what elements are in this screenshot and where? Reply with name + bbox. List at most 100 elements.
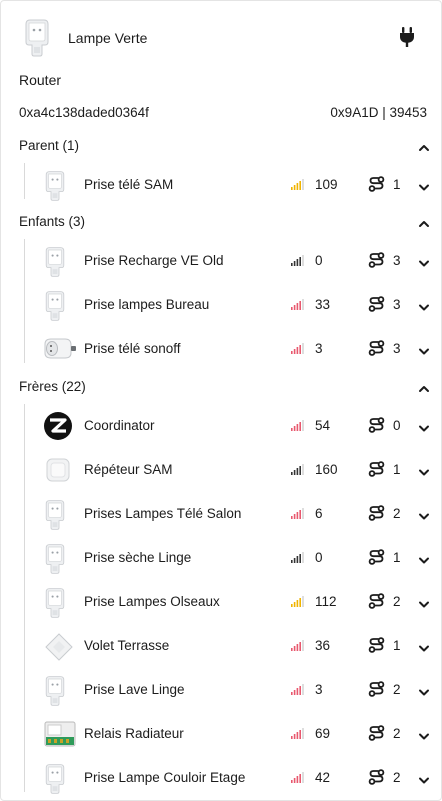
- lqi-value: 3: [315, 341, 323, 356]
- section-title: Frères (22): [19, 379, 86, 394]
- neighbor-row[interactable]: Prise sèche Linge 0 1: [1, 536, 441, 580]
- section-items: Coordinator 54 0 Répéteur SAM 1 6 0 1 Prises…: [1, 404, 441, 800]
- chevron-down-icon[interactable]: [418, 465, 430, 476]
- smart-plug-icon: [43, 290, 77, 321]
- signal-strength-icon: [291, 342, 305, 354]
- signal-strength-icon: [291, 463, 305, 475]
- section-header[interactable]: Parent (1): [1, 132, 441, 160]
- sonoff-plug-icon: [43, 334, 77, 364]
- neighbor-row[interactable]: Prise Lave Linge 3 2: [1, 668, 441, 712]
- route-icon: [368, 176, 385, 192]
- lqi-value: 69: [315, 726, 331, 741]
- signal-strength-icon: [291, 419, 305, 431]
- smart-plug-icon: [43, 499, 77, 530]
- section-items: Prise télé SAM 109 1: [1, 163, 441, 207]
- chevron-down-icon[interactable]: [418, 597, 430, 608]
- device-name: Prise lampes Bureau: [84, 297, 210, 312]
- chevron-down-icon[interactable]: [418, 256, 430, 267]
- signal-strength-icon: [291, 298, 305, 310]
- chevron-up-icon[interactable]: [418, 382, 430, 392]
- route-icon: [368, 505, 385, 521]
- route-count: 3: [393, 253, 401, 268]
- neighbor-row[interactable]: Prise lampes Bureau 33 3: [1, 283, 441, 327]
- section-title: Parent (1): [19, 138, 80, 153]
- lqi-value: 3: [315, 682, 323, 697]
- route-icon: [368, 461, 385, 477]
- neighbor-row[interactable]: Relais Radiateur 69 2: [1, 712, 441, 756]
- route-icon: [368, 296, 385, 312]
- lqi-value: 6: [315, 506, 323, 521]
- chevron-down-icon[interactable]: [418, 300, 430, 311]
- lqi-value: 36: [315, 638, 331, 653]
- device-name: Prise Lave Linge: [84, 682, 185, 697]
- device-name: Prises Lampes Télé Salon: [84, 506, 242, 521]
- smart-plug-icon: [23, 18, 51, 58]
- chevron-down-icon[interactable]: [418, 180, 430, 191]
- smart-plug-icon: [43, 170, 77, 201]
- lqi-value: 0: [315, 550, 323, 565]
- relay-module-icon: [43, 719, 77, 749]
- route-icon: [368, 549, 385, 565]
- device-name: Prise Lampes Olseaux: [84, 594, 220, 609]
- route-count: 1: [393, 550, 401, 565]
- signal-strength-icon: [291, 551, 305, 563]
- section-header[interactable]: Enfants (3): [1, 208, 441, 236]
- wall-switch-icon: [43, 631, 77, 661]
- section-title: Enfants (3): [19, 214, 86, 229]
- chevron-down-icon[interactable]: [418, 344, 430, 355]
- smart-plug-icon: [43, 587, 77, 618]
- chevron-down-icon[interactable]: [418, 553, 430, 564]
- lqi-value: 0: [315, 253, 323, 268]
- chevron-down-icon[interactable]: [418, 641, 430, 652]
- route-icon: [368, 252, 385, 268]
- route-icon: [368, 637, 385, 653]
- route-icon: [368, 681, 385, 697]
- chevron-down-icon[interactable]: [418, 685, 430, 696]
- smart-plug-icon: [43, 246, 77, 277]
- repeater-icon: [43, 455, 77, 485]
- route-count: 2: [393, 594, 401, 609]
- neighbor-row[interactable]: Prise Lampe Couloir Etage 42 2: [1, 756, 441, 800]
- zigbee-logo-icon: [43, 411, 77, 441]
- neighbor-row[interactable]: Prises Lampes Télé Salon 6 2: [1, 492, 441, 536]
- device-name: Répéteur SAM: [84, 462, 173, 477]
- plug-icon[interactable]: [397, 26, 417, 48]
- signal-strength-icon: [291, 683, 305, 695]
- smart-plug-icon: [43, 675, 77, 706]
- route-count: 2: [393, 506, 401, 521]
- route-count: 3: [393, 297, 401, 312]
- signal-strength-icon: [291, 727, 305, 739]
- route-icon: [368, 417, 385, 433]
- route-count: 1: [393, 462, 401, 477]
- chevron-down-icon[interactable]: [418, 421, 430, 432]
- neighbor-row[interactable]: Volet Terrasse 36 1: [1, 624, 441, 668]
- device-name: Prise télé SAM: [84, 177, 174, 192]
- device-name: Prise sèche Linge: [84, 550, 192, 565]
- neighbor-row[interactable]: Prise Recharge VE Old 0 3: [1, 239, 441, 283]
- neighbor-row[interactable]: Prise télé SAM 109 1: [1, 163, 441, 207]
- chevron-up-icon[interactable]: [418, 141, 430, 151]
- device-name: Coordinator: [84, 418, 155, 433]
- chevron-down-icon[interactable]: [418, 509, 430, 520]
- route-count: 0: [393, 418, 401, 433]
- route-count: 2: [393, 726, 401, 741]
- lqi-value: 33: [315, 297, 331, 312]
- neighbor-row[interactable]: Coordinator 54 0: [1, 404, 441, 448]
- network-address: 0x9A1D | 39453: [330, 105, 427, 120]
- neighbor-row[interactable]: Répéteur SAM 160 1: [1, 448, 441, 492]
- chevron-down-icon[interactable]: [418, 729, 430, 740]
- device-name: Prise Recharge VE Old: [84, 253, 224, 268]
- device-role: Router: [19, 72, 62, 88]
- route-count: 1: [393, 177, 401, 192]
- section-header[interactable]: Frères (22): [1, 373, 441, 401]
- lqi-value: 42: [315, 770, 331, 785]
- device-name: Prise télé sonoff: [84, 341, 181, 356]
- chevron-down-icon[interactable]: [418, 773, 430, 784]
- neighbor-row[interactable]: Prise Lampes Olseaux 112 2: [1, 580, 441, 624]
- signal-strength-icon: [291, 595, 305, 607]
- chevron-up-icon[interactable]: [418, 217, 430, 227]
- signal-strength-icon: [291, 639, 305, 651]
- smart-plug-icon: [43, 543, 77, 574]
- route-icon: [368, 725, 385, 741]
- neighbor-row[interactable]: Prise télé sonoff 3 3: [1, 327, 441, 371]
